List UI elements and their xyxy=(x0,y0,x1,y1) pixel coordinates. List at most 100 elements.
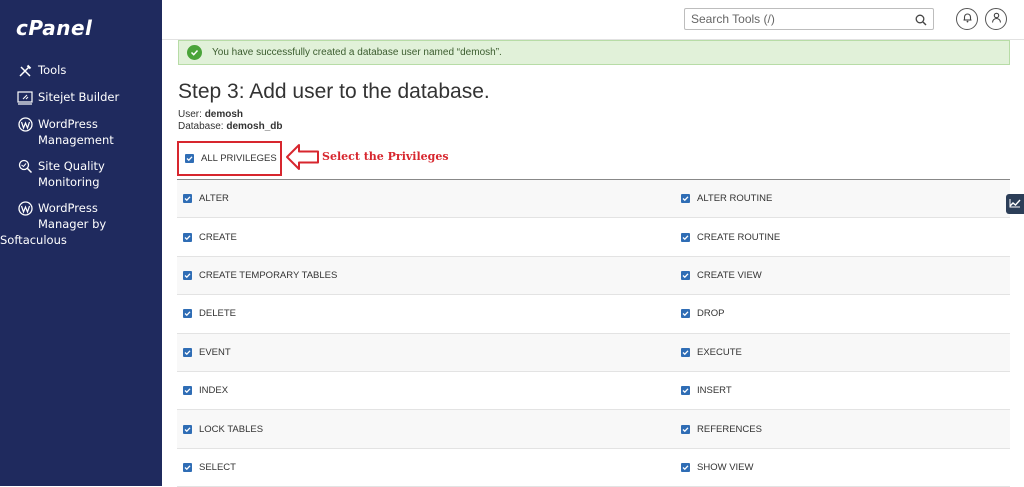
privilege-label[interactable]: ALTER ROUTINE xyxy=(697,193,772,204)
privilege-checkbox[interactable] xyxy=(681,424,690,434)
privilege-label[interactable]: EVENT xyxy=(199,347,231,358)
all-privileges-label[interactable]: ALL PRIVILEGES xyxy=(201,153,277,164)
privilege-label[interactable]: CREATE xyxy=(199,232,237,243)
privilege-cell: SELECT xyxy=(177,462,675,473)
privilege-checkbox[interactable] xyxy=(681,309,690,319)
privilege-checkbox[interactable] xyxy=(681,462,690,472)
privilege-label[interactable]: SELECT xyxy=(199,462,236,473)
all-privileges-highlight: ALL PRIVILEGES xyxy=(177,141,282,176)
notifications-button[interactable] xyxy=(956,8,978,30)
top-bar xyxy=(162,0,1024,40)
database-value: demosh_db xyxy=(226,121,283,132)
all-privileges-checkbox[interactable] xyxy=(185,154,194,163)
user-menu-button[interactable] xyxy=(985,8,1007,30)
privilege-checkbox[interactable] xyxy=(681,386,690,396)
privilege-cell: INSERT xyxy=(675,385,1010,396)
user-database-info: User: demosh Database: demosh_db xyxy=(178,109,283,133)
sidebar-item-label: WordPress xyxy=(38,201,98,215)
check-circle-icon xyxy=(187,45,202,60)
sidebar-item-label: Monitoring xyxy=(38,175,100,189)
privilege-cell: LOCK TABLES xyxy=(177,424,675,435)
sidebar-item-site-quality-monitoring[interactable]: Site Quality Monitoring xyxy=(0,158,162,190)
sidebar: cPanel Tools Sitejet Builder WordPress M… xyxy=(0,0,162,486)
privilege-cell: EXECUTE xyxy=(675,347,1010,358)
privilege-label[interactable]: EXECUTE xyxy=(697,347,742,358)
privilege-label[interactable]: SHOW VIEW xyxy=(697,462,753,473)
privilege-checkbox[interactable] xyxy=(681,270,690,280)
privilege-label[interactable]: ALTER xyxy=(199,193,229,204)
privilege-cell: CREATE VIEW xyxy=(675,270,1010,281)
privilege-checkbox[interactable] xyxy=(681,347,690,357)
sidebar-item-wordpress-manager-softaculous[interactable]: WordPress Manager by Softaculous xyxy=(0,200,162,248)
privileges-table: ALTER ALTER ROUTINE CREATE CREATE ROUTINE CR… xyxy=(177,179,1010,487)
privilege-checkbox[interactable] xyxy=(681,194,690,204)
privilege-checkbox[interactable] xyxy=(183,386,192,396)
privilege-cell: EVENT xyxy=(177,347,675,358)
privilege-cell: DELETE xyxy=(177,308,675,319)
alert-message: You have successfully created a database… xyxy=(212,47,502,58)
privilege-checkbox[interactable] xyxy=(681,232,690,242)
table-row: INDEX INSERT xyxy=(177,371,1010,411)
privilege-cell: CREATE xyxy=(177,232,675,243)
search-icon[interactable] xyxy=(915,13,927,31)
wordpress-icon xyxy=(16,116,34,133)
privilege-label[interactable]: INDEX xyxy=(199,385,228,396)
privilege-label[interactable]: DROP xyxy=(697,308,724,319)
privilege-cell: INDEX xyxy=(177,385,675,396)
sidebar-item-label: Site Quality xyxy=(38,159,105,173)
sidebar-item-label: WordPress xyxy=(38,117,98,131)
tools-icon xyxy=(16,62,34,79)
table-row: DELETE DROP xyxy=(177,295,1010,334)
privilege-cell: ALTER ROUTINE xyxy=(675,193,1010,204)
table-row: CREATE TEMPORARY TABLES CREATE VIEW xyxy=(177,256,1010,296)
success-alert: You have successfully created a database… xyxy=(178,40,1010,65)
sidebar-item-sitejet-builder[interactable]: Sitejet Builder xyxy=(0,89,162,106)
privilege-cell: DROP xyxy=(675,308,1010,319)
sidebar-item-label: Sitejet Builder xyxy=(38,90,120,104)
search-input[interactable] xyxy=(685,9,905,29)
privilege-label[interactable]: CREATE TEMPORARY TABLES xyxy=(199,270,337,281)
bell-icon xyxy=(962,10,973,28)
trend-chart-icon xyxy=(1009,195,1021,213)
sidebar-item-wordpress-management[interactable]: WordPress Management xyxy=(0,116,162,148)
annotation-arrow-icon xyxy=(286,144,319,170)
cpanel-logo[interactable]: cPanel xyxy=(16,16,92,40)
database-label: Database: xyxy=(178,121,224,132)
privilege-cell: SHOW VIEW xyxy=(675,462,1010,473)
privilege-label[interactable]: DELETE xyxy=(199,308,236,319)
privilege-label[interactable]: INSERT xyxy=(697,385,732,396)
user-value: demosh xyxy=(204,109,244,120)
site-quality-icon xyxy=(16,158,34,175)
privilege-checkbox[interactable] xyxy=(183,462,192,472)
user-icon xyxy=(991,10,1002,28)
privilege-checkbox[interactable] xyxy=(183,347,192,357)
sidebar-item-label: Tools xyxy=(38,63,67,77)
privilege-label[interactable]: REFERENCES xyxy=(697,424,762,435)
privilege-checkbox[interactable] xyxy=(183,309,192,319)
wordpress-icon xyxy=(16,200,34,217)
privilege-cell: CREATE ROUTINE xyxy=(675,232,1010,243)
page-title: Step 3: Add user to the database. xyxy=(178,80,490,103)
sidebar-item-tools[interactable]: Tools xyxy=(0,62,162,79)
privilege-label[interactable]: LOCK TABLES xyxy=(199,424,263,435)
annotation-text: Select the Privileges xyxy=(322,150,449,163)
sidebar-item-label: Management xyxy=(38,133,114,147)
sitejet-icon xyxy=(16,89,34,106)
privilege-checkbox[interactable] xyxy=(183,194,192,204)
privilege-cell: REFERENCES xyxy=(675,424,1010,435)
privilege-checkbox[interactable] xyxy=(183,270,192,280)
search-box xyxy=(684,8,934,30)
privilege-label[interactable]: CREATE ROUTINE xyxy=(697,232,780,243)
user-label: User: xyxy=(178,109,202,120)
analytics-side-tab[interactable] xyxy=(1006,194,1024,214)
table-row: CREATE CREATE ROUTINE xyxy=(177,218,1010,257)
sidebar-item-label: Manager by xyxy=(38,217,107,231)
privilege-checkbox[interactable] xyxy=(183,232,192,242)
table-row: EVENT EXECUTE xyxy=(177,333,1010,372)
table-row: ALTER ALTER ROUTINE xyxy=(177,180,1010,219)
privilege-cell: CREATE TEMPORARY TABLES xyxy=(177,270,675,281)
privilege-label[interactable]: CREATE VIEW xyxy=(697,270,762,281)
privilege-checkbox[interactable] xyxy=(183,424,192,434)
privilege-cell: ALTER xyxy=(177,193,675,204)
table-row: LOCK TABLES REFERENCES xyxy=(177,410,1010,449)
